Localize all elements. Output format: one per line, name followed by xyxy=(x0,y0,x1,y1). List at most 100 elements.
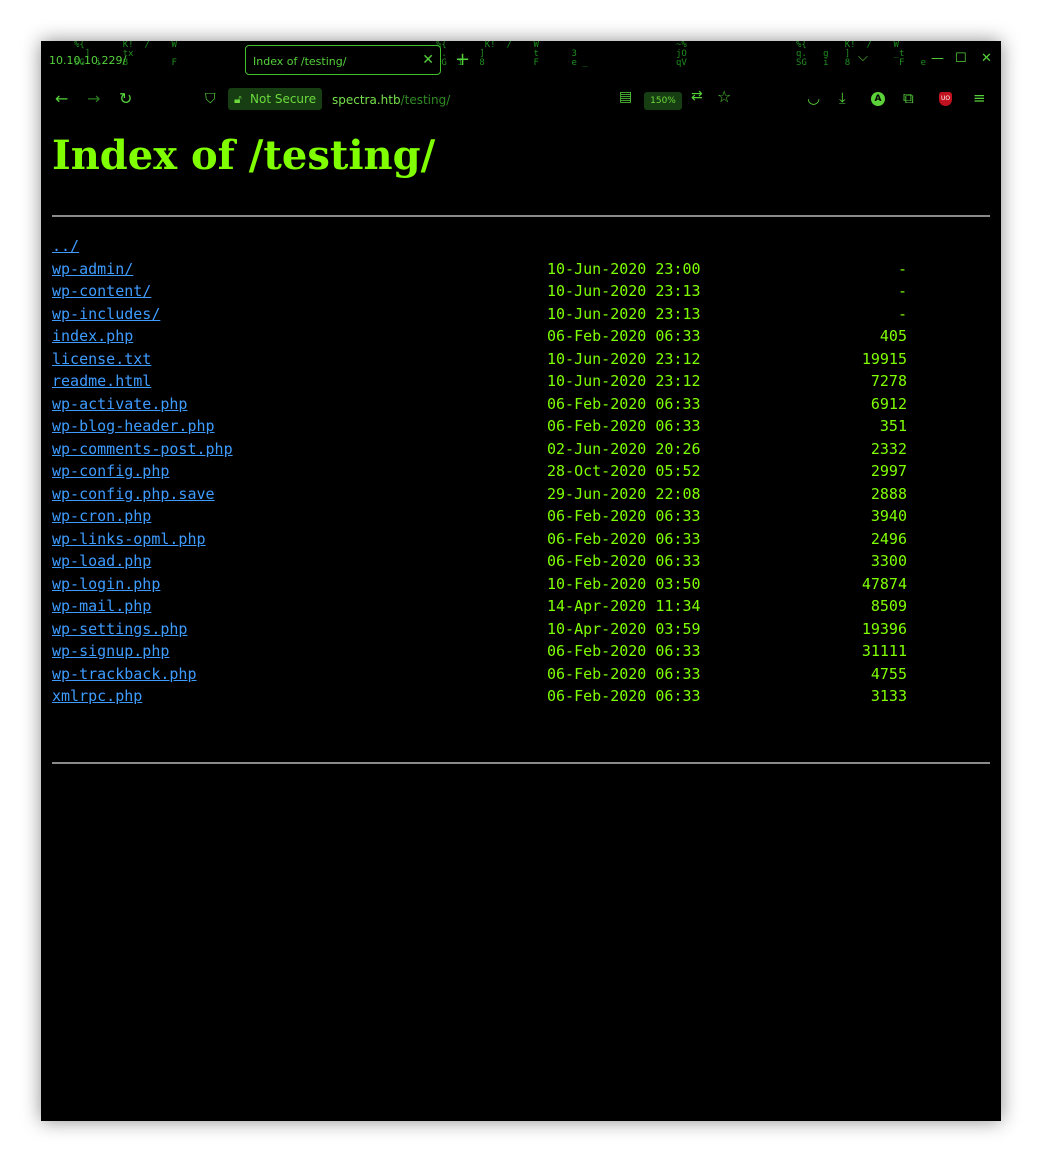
listing-row: wp-blog-header.php 06-Feb-2020 06:33 351 xyxy=(52,415,952,438)
matrix-theme-background: ~% jO qV xyxy=(676,41,687,68)
file-link[interactable]: wp-blog-header.php xyxy=(52,415,215,438)
file-link[interactable]: wp-config.php xyxy=(52,460,169,483)
file-link[interactable]: readme.html xyxy=(52,370,151,393)
reload-icon[interactable]: ↻ xyxy=(119,89,132,108)
navigation-toolbar: ← → ↻ ⛉ 🔓︎ Not Secure spectra.htb/testin… xyxy=(41,79,1001,119)
bottom-divider xyxy=(52,762,990,764)
file-modified-date: 06-Feb-2020 06:33 xyxy=(547,664,701,683)
tab-inactive[interactable]: 10.10.10.229/ xyxy=(49,54,126,67)
file-link[interactable]: wp-trackback.php xyxy=(52,663,197,686)
file-link[interactable]: wp-settings.php xyxy=(52,618,187,641)
star-icon[interactable]: ☆ xyxy=(717,87,731,106)
listing-row: wp-config.php 28-Oct-2020 05:52 2997 xyxy=(52,460,952,483)
file-size: 405 xyxy=(879,327,907,345)
file-size: 19915 xyxy=(861,349,907,368)
insecure-lock-icon: 🔓︎ xyxy=(234,92,242,106)
parent-directory-link[interactable]: ../ xyxy=(52,235,79,258)
file-size: 47874 xyxy=(861,574,907,593)
back-arrow-icon[interactable]: ← xyxy=(55,89,68,108)
listing-row: wp-trackback.php 06-Feb-2020 06:33 4755 xyxy=(52,663,952,686)
listing-row: wp-links-opml.php 06-Feb-2020 06:33 2496 xyxy=(52,528,952,551)
listing-row: wp-activate.php 06-Feb-2020 06:33 6912 xyxy=(52,393,952,416)
translate-icon[interactable]: ⇄ xyxy=(691,88,703,104)
file-modified-date: 06-Feb-2020 06:33 xyxy=(547,552,701,570)
pocket-icon[interactable]: ◡ xyxy=(807,89,820,107)
file-link[interactable]: wp-content/ xyxy=(52,280,151,303)
listing-row: wp-content/10-Jun-2020 23:13 - xyxy=(52,280,952,303)
hamburger-menu-icon[interactable]: ≡ xyxy=(973,89,986,107)
minimize-window-icon[interactable]: — xyxy=(931,51,944,66)
file-size: 3940 xyxy=(870,507,907,525)
listing-row: wp-load.php 06-Feb-2020 06:33 3300 xyxy=(52,550,952,573)
tracking-protection-shield-icon[interactable]: ⛉ xyxy=(205,91,216,107)
file-size: - xyxy=(897,304,907,323)
file-size: 3300 xyxy=(870,552,907,570)
listing-row: wp-comments-post.php 02-Jun-2020 20:26 233… xyxy=(52,438,952,461)
close-tab-icon[interactable]: ✕ xyxy=(422,52,434,68)
page-title: Index of /testing/ xyxy=(52,132,436,179)
file-link[interactable]: wp-activate.php xyxy=(52,393,187,416)
listing-row: license.txt 10-Jun-2020 23:12 19915 xyxy=(52,348,952,371)
close-window-icon[interactable]: ✕ xyxy=(981,51,992,66)
file-size: 6912 xyxy=(870,394,907,413)
file-link[interactable]: license.txt xyxy=(52,348,151,371)
maximize-window-icon[interactable]: ☐ xyxy=(955,51,967,66)
file-size: 2997 xyxy=(870,462,907,480)
listing-row: readme.html 10-Jun-2020 23:12 7278 xyxy=(52,370,952,393)
listing-row: xmlrpc.php 06-Feb-2020 06:33 3133 xyxy=(52,685,952,708)
file-link[interactable]: wp-links-opml.php xyxy=(52,528,206,551)
extensions-icon[interactable]: ⧉ xyxy=(903,89,914,107)
parent-directory-row: ../ xyxy=(52,235,952,258)
file-size: 2496 xyxy=(870,529,907,548)
file-link[interactable]: xmlrpc.php xyxy=(52,685,142,708)
file-modified-date: 06-Feb-2020 06:33 xyxy=(547,687,701,705)
new-tab-plus-icon[interactable]: + xyxy=(455,49,470,70)
file-modified-date: 10-Jun-2020 23:13 xyxy=(547,282,701,300)
url-text[interactable]: spectra.htb/testing/ xyxy=(332,93,450,107)
file-link[interactable]: wp-includes/ xyxy=(52,303,160,326)
file-link[interactable]: wp-comments-post.php xyxy=(52,438,233,461)
file-link[interactable]: wp-cron.php xyxy=(52,505,151,528)
listing-row: wp-login.php 10-Feb-2020 03:50 47874 xyxy=(52,573,952,596)
file-modified-date: 06-Feb-2020 06:33 xyxy=(547,394,701,413)
file-modified-date: 06-Feb-2020 06:33 xyxy=(547,642,701,660)
tab-active[interactable]: Index of /testing/ ✕ xyxy=(245,45,441,75)
file-modified-date: 10-Jun-2020 23:12 xyxy=(547,372,701,390)
listing-row: wp-signup.php 06-Feb-2020 06:33 31111 xyxy=(52,640,952,663)
url-path: /testing/ xyxy=(400,93,451,107)
file-link[interactable]: wp-admin/ xyxy=(52,258,133,281)
top-divider xyxy=(52,215,990,217)
file-modified-date: 06-Feb-2020 06:33 xyxy=(547,417,701,435)
file-link[interactable]: wp-config.php.save xyxy=(52,483,215,506)
file-size: 31111 xyxy=(861,642,907,660)
file-link[interactable]: index.php xyxy=(52,325,133,348)
file-modified-date: 06-Feb-2020 06:33 xyxy=(547,507,701,525)
file-size: 2888 xyxy=(870,484,907,503)
list-all-tabs-chevron-icon[interactable]: ⌵ xyxy=(858,50,868,65)
reader-view-icon[interactable]: ▤ xyxy=(619,89,632,105)
listing-row: wp-config.php.save 29-Jun-2020 22:08 2888 xyxy=(52,483,952,506)
file-link[interactable]: wp-mail.php xyxy=(52,595,151,618)
forward-arrow-icon[interactable]: → xyxy=(87,89,100,108)
account-avatar-icon[interactable]: A xyxy=(871,92,885,106)
file-size: 4755 xyxy=(870,664,907,683)
address-bar[interactable]: ⛉ 🔓︎ Not Secure spectra.htb/testing/ ▤ 1… xyxy=(199,83,799,115)
file-modified-date: 10-Jun-2020 23:00 xyxy=(547,259,701,278)
download-icon[interactable]: ⤓ xyxy=(839,89,846,107)
ublock-origin-icon[interactable]: UO xyxy=(939,92,952,106)
file-modified-date: 14-Apr-2020 11:34 xyxy=(547,597,701,615)
tab-strip: %{ K! / W ] tx SG i 8 F %{ K! / W q. ] t… xyxy=(41,41,1001,79)
file-size: 2332 xyxy=(870,439,907,458)
listing-row: wp-cron.php 06-Feb-2020 06:33 3940 xyxy=(52,505,952,528)
page-content: Index of /testing/ ../ wp-admin/10-Jun-2… xyxy=(41,119,1001,1121)
listing-row: wp-settings.php 10-Apr-2020 03:59 19396 xyxy=(52,618,952,641)
listing-row: index.php 06-Feb-2020 06:33 405 xyxy=(52,325,952,348)
file-link[interactable]: wp-signup.php xyxy=(52,640,169,663)
file-size: - xyxy=(897,259,907,278)
file-link[interactable]: wp-login.php xyxy=(52,573,160,596)
file-link[interactable]: wp-load.php xyxy=(52,550,151,573)
zoom-level-badge[interactable]: 150% xyxy=(644,92,682,110)
listing-row: wp-mail.php 14-Apr-2020 11:34 8509 xyxy=(52,595,952,618)
file-modified-date: 29-Jun-2020 22:08 xyxy=(547,484,701,503)
site-security-indicator[interactable]: 🔓︎ Not Secure xyxy=(228,88,323,110)
